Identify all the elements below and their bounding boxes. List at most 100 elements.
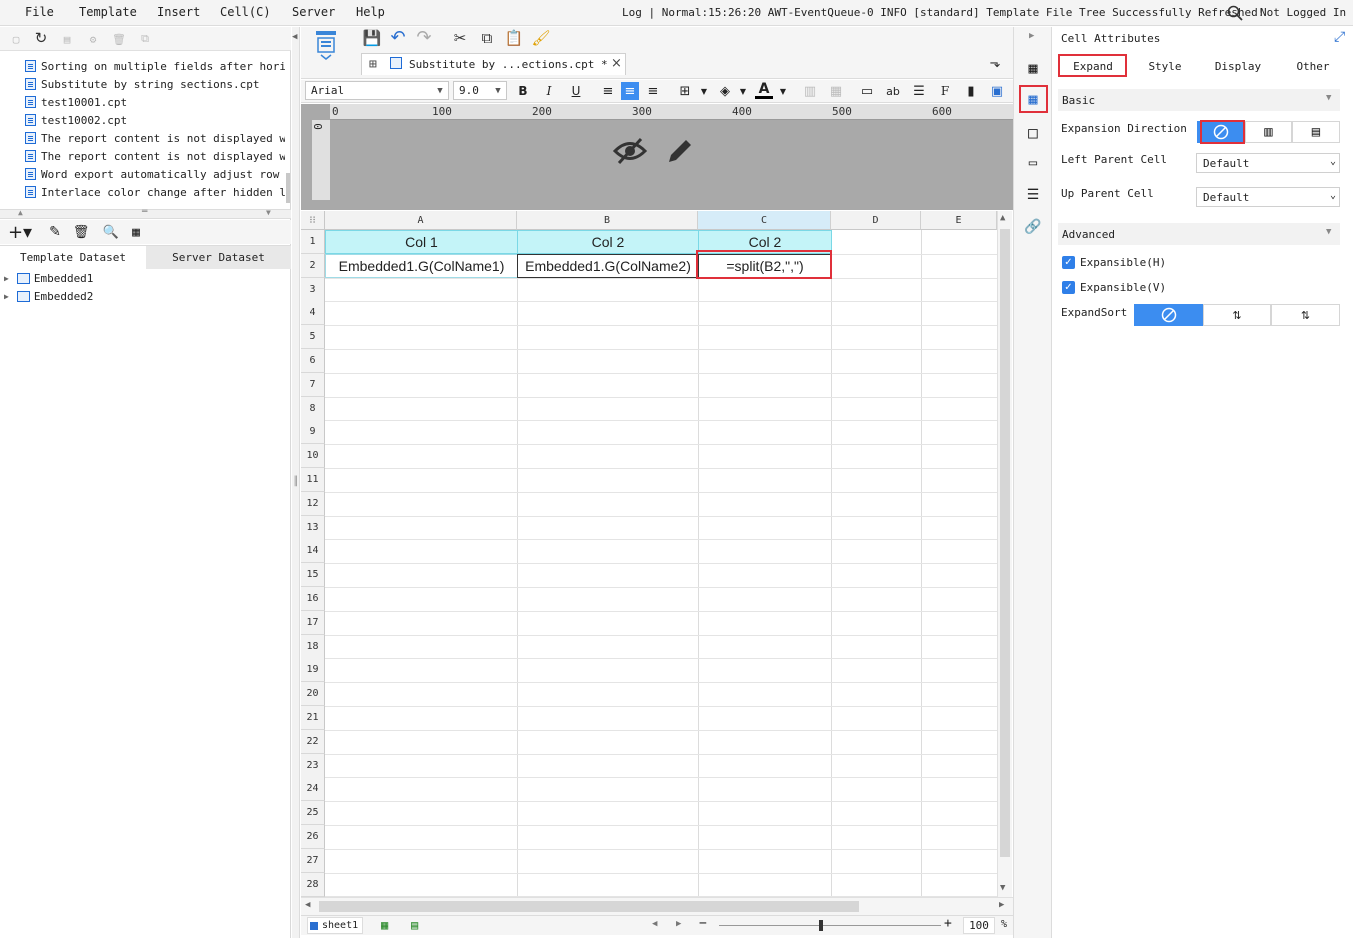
row-header[interactable]: 26 (301, 825, 325, 849)
copy-icon[interactable]: ⧉ (478, 29, 496, 47)
left-parent-select[interactable]: Default ⌄ (1196, 153, 1340, 173)
edit-pencil-icon[interactable] (664, 134, 696, 168)
file-tree-item[interactable]: test10001.cpt (25, 93, 285, 111)
row-header[interactable]: 15 (301, 563, 325, 588)
expansion-vertical-button[interactable]: ▥ (1245, 121, 1292, 143)
template-attributes-icon[interactable]: ▦ (1023, 58, 1043, 78)
format-painter-icon[interactable]: 🖌 (531, 29, 550, 47)
scroll-left-icon[interactable]: ◀ (305, 900, 310, 910)
row-header[interactable]: 5 (301, 325, 325, 350)
bold-icon[interactable]: B (514, 82, 532, 100)
collapse-up-icon[interactable]: ▲ (18, 208, 23, 217)
cell-attributes-icon[interactable]: ▦ (1023, 89, 1043, 109)
pane-divider[interactable]: ▲ ═ ▼ (0, 207, 291, 219)
row-header[interactable]: 4 (301, 301, 325, 326)
section-advanced[interactable]: Advanced ▼ (1058, 223, 1340, 245)
file-tree-item[interactable]: Sorting on multiple fields after horizon (25, 57, 285, 75)
add-sheet-icon[interactable]: ▦ (381, 918, 388, 932)
row-header[interactable]: 12 (301, 491, 325, 516)
settings-icon[interactable]: ⚙ (85, 31, 101, 47)
prev-sheet-icon[interactable]: ◀ (652, 919, 657, 929)
server-dataset-icon[interactable]: ▦ (127, 223, 145, 241)
paste-icon[interactable]: 📋 (505, 29, 524, 47)
row-header[interactable]: 8 (301, 396, 325, 421)
row-header[interactable]: 19 (301, 658, 325, 683)
font-family-select[interactable]: Arial ▼ (305, 81, 449, 100)
scroll-down-icon[interactable]: ▼ (1000, 883, 1005, 893)
column-header[interactable]: E (921, 211, 997, 230)
widget-icon[interactable]: ▭ (1023, 153, 1043, 173)
cell-a2[interactable]: Embedded1.G(ColName1) (325, 254, 518, 278)
paragraph-icon[interactable]: ☰ (910, 82, 928, 100)
row-header[interactable]: 7 (301, 372, 325, 397)
hyperlink-icon[interactable]: 🔗 (1023, 217, 1043, 237)
preview-icon[interactable]: 🔍 (102, 223, 120, 241)
file-tree-item[interactable]: Interlace color change after hidden line (25, 183, 285, 201)
expand-arrow-icon[interactable]: ▶ (4, 274, 9, 283)
row-header[interactable]: 1 (301, 230, 325, 254)
cell-a1[interactable]: Col 1 (325, 230, 518, 254)
close-icon[interactable]: × (611, 56, 622, 71)
row-header[interactable]: 27 (301, 848, 325, 873)
row-header[interactable]: 3 (301, 277, 325, 302)
spreadsheet-grid[interactable]: ⁝⁝ A B C D E 1 2 3 4 5 6 7 8 9 10 11 12 13 14 15 16 17 18… (301, 211, 997, 897)
tree-scrollbar[interactable] (286, 173, 290, 203)
chevron-down-icon[interactable]: ▼ (774, 82, 792, 100)
collapse-down-icon[interactable]: ▼ (266, 208, 271, 217)
next-sheet-icon[interactable]: ▶ (676, 919, 681, 929)
row-header[interactable]: 17 (301, 610, 325, 635)
menu-help[interactable]: Help (356, 5, 385, 19)
scroll-up-icon[interactable]: ▲ (1000, 213, 1005, 223)
select-all-icon[interactable]: ⁝⁝ (301, 211, 325, 230)
file-tree-item[interactable]: The report content is not displayed when (25, 129, 285, 147)
properties-icon[interactable]: ▤ (59, 31, 75, 47)
tab-server-dataset[interactable]: Server Dataset (146, 245, 291, 269)
sort-ascending-button[interactable]: ⇅ (1203, 304, 1271, 326)
row-header[interactable]: 25 (301, 801, 325, 826)
cut-icon[interactable]: ✂ (451, 29, 469, 47)
row-header[interactable]: 18 (301, 634, 325, 659)
sheet-tab[interactable]: sheet1 (307, 917, 363, 934)
file-tree-item[interactable]: The report content is not displayed when (25, 147, 285, 165)
row-header[interactable]: 11 (301, 468, 325, 492)
cell-b1[interactable]: Col 2 (517, 230, 699, 254)
new-folder-icon[interactable]: ▢ (8, 31, 24, 47)
vertical-splitter[interactable]: ◀ ║ (292, 27, 300, 938)
tab-display[interactable]: Display (1205, 56, 1271, 77)
column-header[interactable]: C (698, 211, 831, 230)
column-header[interactable]: D (831, 211, 921, 230)
tab-editor-file[interactable]: ⊞ Substitute by ...ections.cpt * × (361, 53, 626, 75)
italic-icon[interactable]: I (540, 82, 558, 100)
menu-insert[interactable]: Insert (157, 5, 200, 19)
search-icon[interactable] (1226, 4, 1244, 22)
zoom-slider[interactable] (719, 925, 941, 926)
sort-none-button[interactable] (1134, 304, 1203, 326)
zoom-slider-thumb[interactable] (819, 920, 823, 931)
tab-style[interactable]: Style (1132, 56, 1198, 77)
dataset-item[interactable]: ▶ Embedded1 (4, 269, 93, 287)
chevron-down-icon[interactable]: ▼ (695, 82, 713, 100)
drag-handle-icon[interactable]: ═ (142, 207, 147, 217)
edit-icon[interactable]: ✎ (46, 223, 64, 241)
row-header[interactable]: 13 (301, 515, 325, 540)
scroll-thumb[interactable] (319, 901, 859, 912)
expansion-horizontal-button[interactable]: ▤ (1292, 121, 1340, 143)
collapse-right-icon[interactable]: ▶ (1029, 31, 1034, 41)
row-header[interactable]: 22 (301, 729, 325, 754)
row-header[interactable]: 14 (301, 539, 325, 564)
image-icon[interactable]: ▣ (988, 82, 1006, 100)
tab-template-dataset[interactable]: Template Dataset (0, 245, 146, 269)
up-parent-select[interactable]: Default ⌄ (1196, 187, 1340, 207)
file-tree-item[interactable]: Substitute by string sections.cpt (25, 75, 285, 93)
row-header[interactable]: 16 (301, 587, 325, 611)
expansible-v-checkbox[interactable]: ✓ (1062, 281, 1075, 294)
dataset-item[interactable]: ▶ Embedded2 (4, 287, 93, 305)
section-basic[interactable]: Basic ▼ (1058, 89, 1340, 111)
horizontal-scrollbar[interactable]: ◀ ▶ (301, 897, 1013, 915)
row-header[interactable]: 6 (301, 349, 325, 373)
row-header[interactable]: 28 (301, 872, 325, 897)
redo-icon[interactable]: ↷ (415, 27, 433, 48)
zoom-out-icon[interactable]: − (699, 916, 707, 931)
tab-other[interactable]: Other (1280, 56, 1346, 77)
file-tree-item[interactable]: Word export automatically adjust row hei (25, 165, 285, 183)
